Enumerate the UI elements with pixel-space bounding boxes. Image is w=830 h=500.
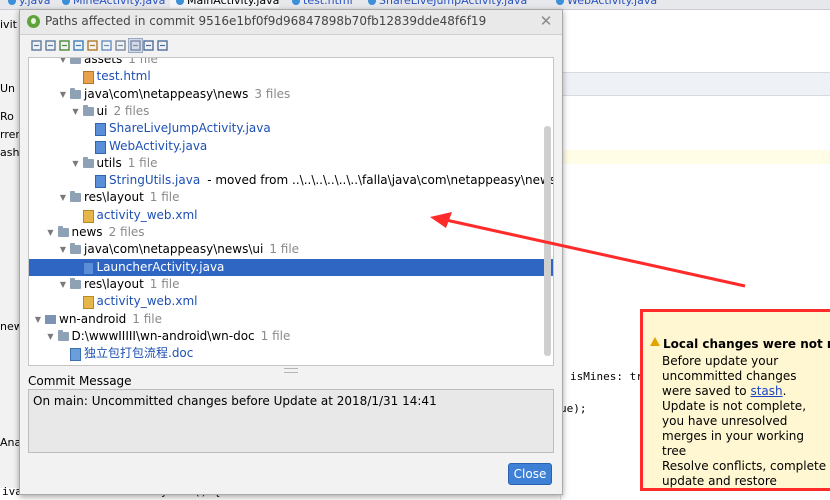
notification-title: Local changes were not restor (663, 337, 830, 351)
notification-text: . Update is not complete, you have unres… (662, 384, 827, 488)
arrow-head (430, 212, 452, 228)
stash-link[interactable]: stash (750, 384, 782, 398)
arrow-shaft (445, 218, 746, 288)
vcs-notification: Local changes were not restor Before upd… (640, 309, 830, 491)
notification-body: Before update your uncommitted changes w… (662, 354, 828, 488)
warning-icon (650, 337, 660, 346)
